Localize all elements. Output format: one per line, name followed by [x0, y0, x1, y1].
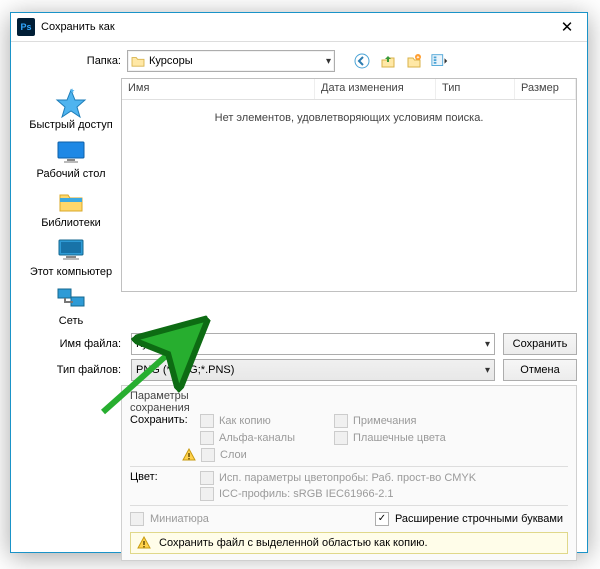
svg-text:✦: ✦ [416, 55, 420, 61]
close-button[interactable]: ✕ [547, 13, 587, 41]
chevron-down-icon: ▾ [326, 56, 331, 67]
checkbox-spot-colors [334, 431, 348, 445]
checkbox-icc-profile [200, 487, 214, 501]
place-libraries[interactable]: Библиотеки [26, 186, 116, 229]
checkbox-lowercase-ext[interactable] [375, 512, 389, 526]
quick-access-icon [54, 88, 88, 118]
options-heading: Параметры сохранения [130, 390, 200, 414]
filetype-select[interactable]: PNG (*.PNG;*.PNS) ▾ [131, 359, 495, 381]
network-icon [54, 284, 88, 314]
place-quick-access[interactable]: Быстрый доступ [26, 88, 116, 131]
column-headers[interactable]: Имя Дата изменения Тип Размер [122, 79, 576, 100]
cancel-button[interactable]: Отмена [503, 359, 577, 381]
desktop-icon [54, 137, 88, 167]
color-label: Цвет: [130, 471, 200, 501]
new-folder-button[interactable]: ✦ [405, 52, 423, 70]
chevron-down-icon: ▾ [485, 339, 490, 350]
checkbox-layers [201, 448, 215, 462]
column-size[interactable]: Размер [515, 79, 576, 99]
checkbox-thumbnail [130, 512, 144, 526]
filename-input[interactable]: Курсор.png ▾ [131, 333, 495, 355]
libraries-icon [54, 186, 88, 216]
folder-toolbar: ✦ [353, 52, 449, 70]
checkbox-notes [334, 414, 348, 428]
back-button[interactable] [353, 52, 371, 70]
photoshop-app-icon: Ps [17, 18, 35, 36]
folder-label: Папка: [21, 55, 127, 67]
save-button[interactable]: Сохранить [503, 333, 577, 355]
folder-select[interactable]: Курсоры ▾ [127, 50, 335, 72]
empty-list-message: Нет элементов, удовлетворяющих условиям … [215, 112, 484, 124]
warning-icon [137, 536, 151, 550]
save-options-panel: Параметры сохранения Сохранить: Как копи… [121, 385, 577, 561]
places-sidebar: Быстрый доступ Рабочий стол Библиотеки [21, 78, 121, 327]
filetype-label: Тип файлов: [21, 364, 131, 376]
view-menu-button[interactable] [431, 52, 449, 70]
warning-icon [182, 448, 196, 462]
filename-label: Имя файла: [21, 338, 131, 350]
column-date[interactable]: Дата изменения [315, 79, 436, 99]
computer-icon [54, 235, 88, 265]
place-this-pc[interactable]: Этот компьютер [26, 235, 116, 278]
column-name[interactable]: Имя [122, 79, 315, 99]
checkbox-proof-setup [200, 471, 214, 485]
file-list-pane[interactable]: Имя Дата изменения Тип Размер Нет элемен… [121, 78, 577, 292]
chevron-down-icon: ▾ [485, 365, 490, 376]
folder-name: Курсоры [149, 55, 326, 67]
save-as-dialog: Ps Сохранить как ✕ Папка: Курсоры ▾ [10, 12, 588, 553]
place-desktop[interactable]: Рабочий стол [26, 137, 116, 180]
window-title: Сохранить как [41, 21, 547, 33]
place-network[interactable]: Сеть [26, 284, 116, 327]
up-one-level-button[interactable] [379, 52, 397, 70]
column-type[interactable]: Тип [436, 79, 515, 99]
titlebar: Ps Сохранить как ✕ [11, 13, 587, 42]
checkbox-as-copy [200, 414, 214, 428]
checkbox-alpha [200, 431, 214, 445]
folder-icon [131, 55, 145, 67]
info-bar: Сохранить файл с выделенной областью как… [130, 532, 568, 554]
